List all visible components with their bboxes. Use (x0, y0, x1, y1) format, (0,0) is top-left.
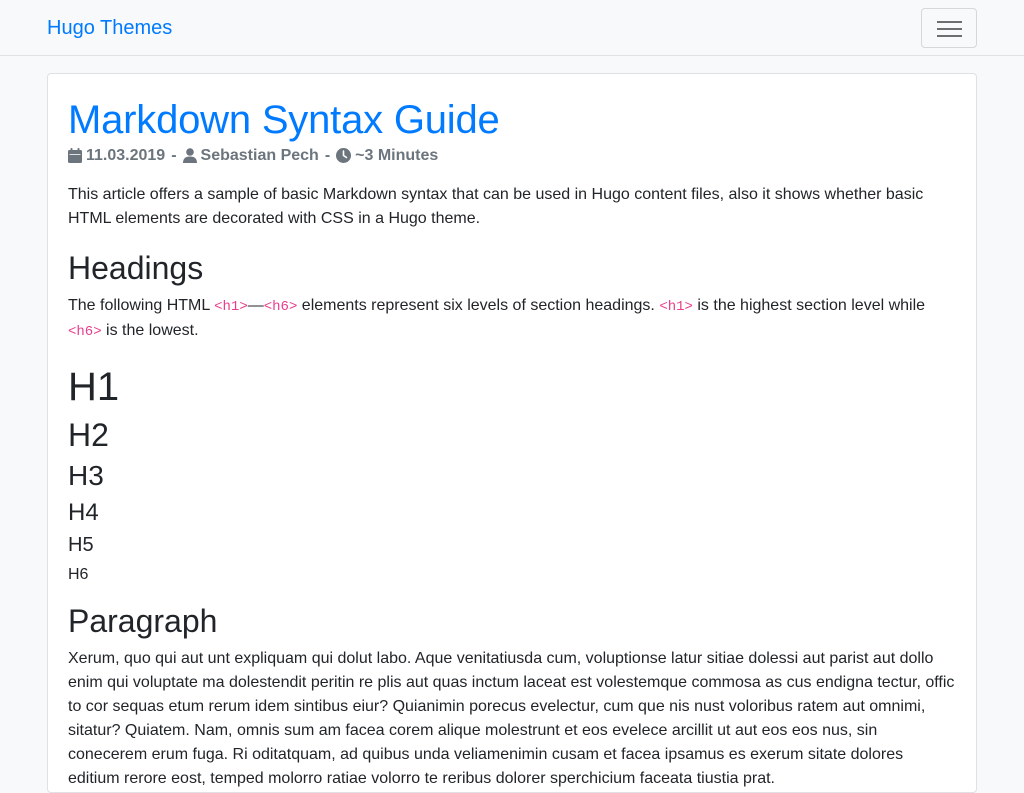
user-icon (182, 146, 197, 166)
heading-sample-h6: H6 (68, 566, 89, 583)
article-date: 11.03.2019 (86, 147, 166, 164)
article-card: Markdown Syntax Guide 11.03.2019 - Sebas… (47, 73, 977, 793)
meta-separator: - (324, 147, 331, 164)
heading-sample-h4: H4 (68, 499, 99, 526)
clock-icon (336, 146, 352, 166)
navbar: Hugo Themes (0, 0, 1024, 56)
inline-code: <h1> (214, 299, 248, 315)
article-meta: 11.03.2019 - Sebastian Pech - ~3 Minutes (68, 146, 956, 166)
paragraph-body: Xerum, quo qui aut unt expliquam qui dol… (68, 650, 955, 787)
section-heading-headings: Headings (68, 250, 204, 286)
brand-link[interactable]: Hugo Themes (47, 16, 172, 40)
heading-sample-h5: H5 (68, 534, 94, 556)
reading-time: ~3 Minutes (355, 147, 439, 164)
inline-code: <h6> (68, 324, 102, 340)
heading-sample-h2: H2 (68, 417, 109, 453)
section-heading-paragraph: Paragraph (68, 603, 218, 639)
inline-code: <h1> (659, 299, 693, 315)
article-author: Sebastian Pech (200, 147, 319, 164)
inline-code: <h6> (263, 299, 298, 315)
navbar-toggler-button[interactable] (921, 8, 977, 48)
article-intro: This article offers a sample of basic Ma… (68, 186, 924, 227)
headings-description: The following HTML <h1>—<h6> elements re… (68, 297, 926, 340)
heading-sample-h3: H3 (68, 460, 104, 491)
heading-sample-h1: H1 (68, 365, 120, 409)
calendar-icon (68, 146, 82, 166)
article-title[interactable]: Markdown Syntax Guide (68, 96, 956, 144)
meta-separator: - (171, 147, 177, 164)
